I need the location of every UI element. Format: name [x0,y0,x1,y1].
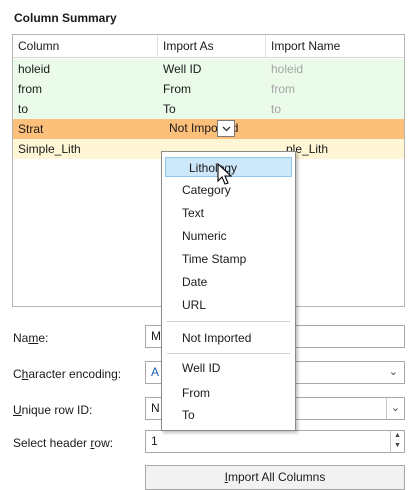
unique-row-id-label: Unique row ID: [13,403,93,417]
table-row[interactable]: to To to [13,99,404,119]
spin-up-icon[interactable]: ▲ [391,431,404,441]
import-as-popup-menu: Lithology Category Text Numeric Time Sta… [161,151,296,431]
menu-item-text[interactable]: Text [182,203,204,223]
chevron-down-icon: ⌄ [388,366,398,378]
header-import-as[interactable]: Import As [158,35,266,57]
table-row[interactable]: from From from [13,79,404,99]
spin-down-icon[interactable]: ▼ [391,441,404,451]
mouse-pointer-icon [217,163,233,185]
cell-import-as[interactable]: Well ID [158,59,266,79]
menu-separator [167,321,290,322]
header-import-name[interactable]: Import Name [266,35,404,57]
import-as-dropdown-button[interactable] [217,120,235,137]
menu-item-not-imported[interactable]: Not Imported [182,328,251,348]
chevron-down-icon [222,126,230,132]
encoding-label: Character encoding: [13,367,122,381]
cell-import-name[interactable]: ple_Lith [281,139,409,159]
menu-item-time-stamp[interactable]: Time Stamp [182,249,246,269]
cell-import-as[interactable]: To [158,99,266,119]
cell-import-as[interactable]: From [158,79,266,99]
menu-item-from[interactable]: From [182,383,210,403]
cell-column: Simple_Lith [18,142,81,156]
header-row-spinner[interactable]: 1 ▲ ▼ [145,430,405,453]
cell-import-name[interactable]: from [266,79,404,99]
chevron-down-icon: ⌄ [386,398,404,419]
cell-import-name[interactable]: holeid [266,59,404,79]
menu-item-numeric[interactable]: Numeric [182,226,227,246]
cell-import-name[interactable]: to [266,99,404,119]
cell-column: from [18,82,42,96]
cell-column: holeid [18,62,51,76]
name-label: Name: [13,331,49,345]
menu-separator [167,353,290,354]
menu-item-well-id[interactable]: Well ID [182,358,220,378]
menu-item-to[interactable]: To [182,405,195,425]
table-header: Column Import As Import Name [13,35,404,58]
header-row-label: Select header row: [13,436,114,450]
menu-item-url[interactable]: URL [182,295,206,315]
table-row[interactable]: holeid Well ID holeid [13,59,404,79]
cell-column: to [18,102,29,116]
spinner-buttons[interactable]: ▲ ▼ [390,431,404,452]
menu-item-date[interactable]: Date [182,272,207,292]
table-row-selected[interactable]: Strat Not Imported [13,119,404,139]
cell-column: Strat [18,122,44,136]
header-column[interactable]: Column [13,35,158,57]
section-title: Column Summary [14,11,117,25]
import-all-columns-button[interactable]: Import All Columns [145,465,405,490]
